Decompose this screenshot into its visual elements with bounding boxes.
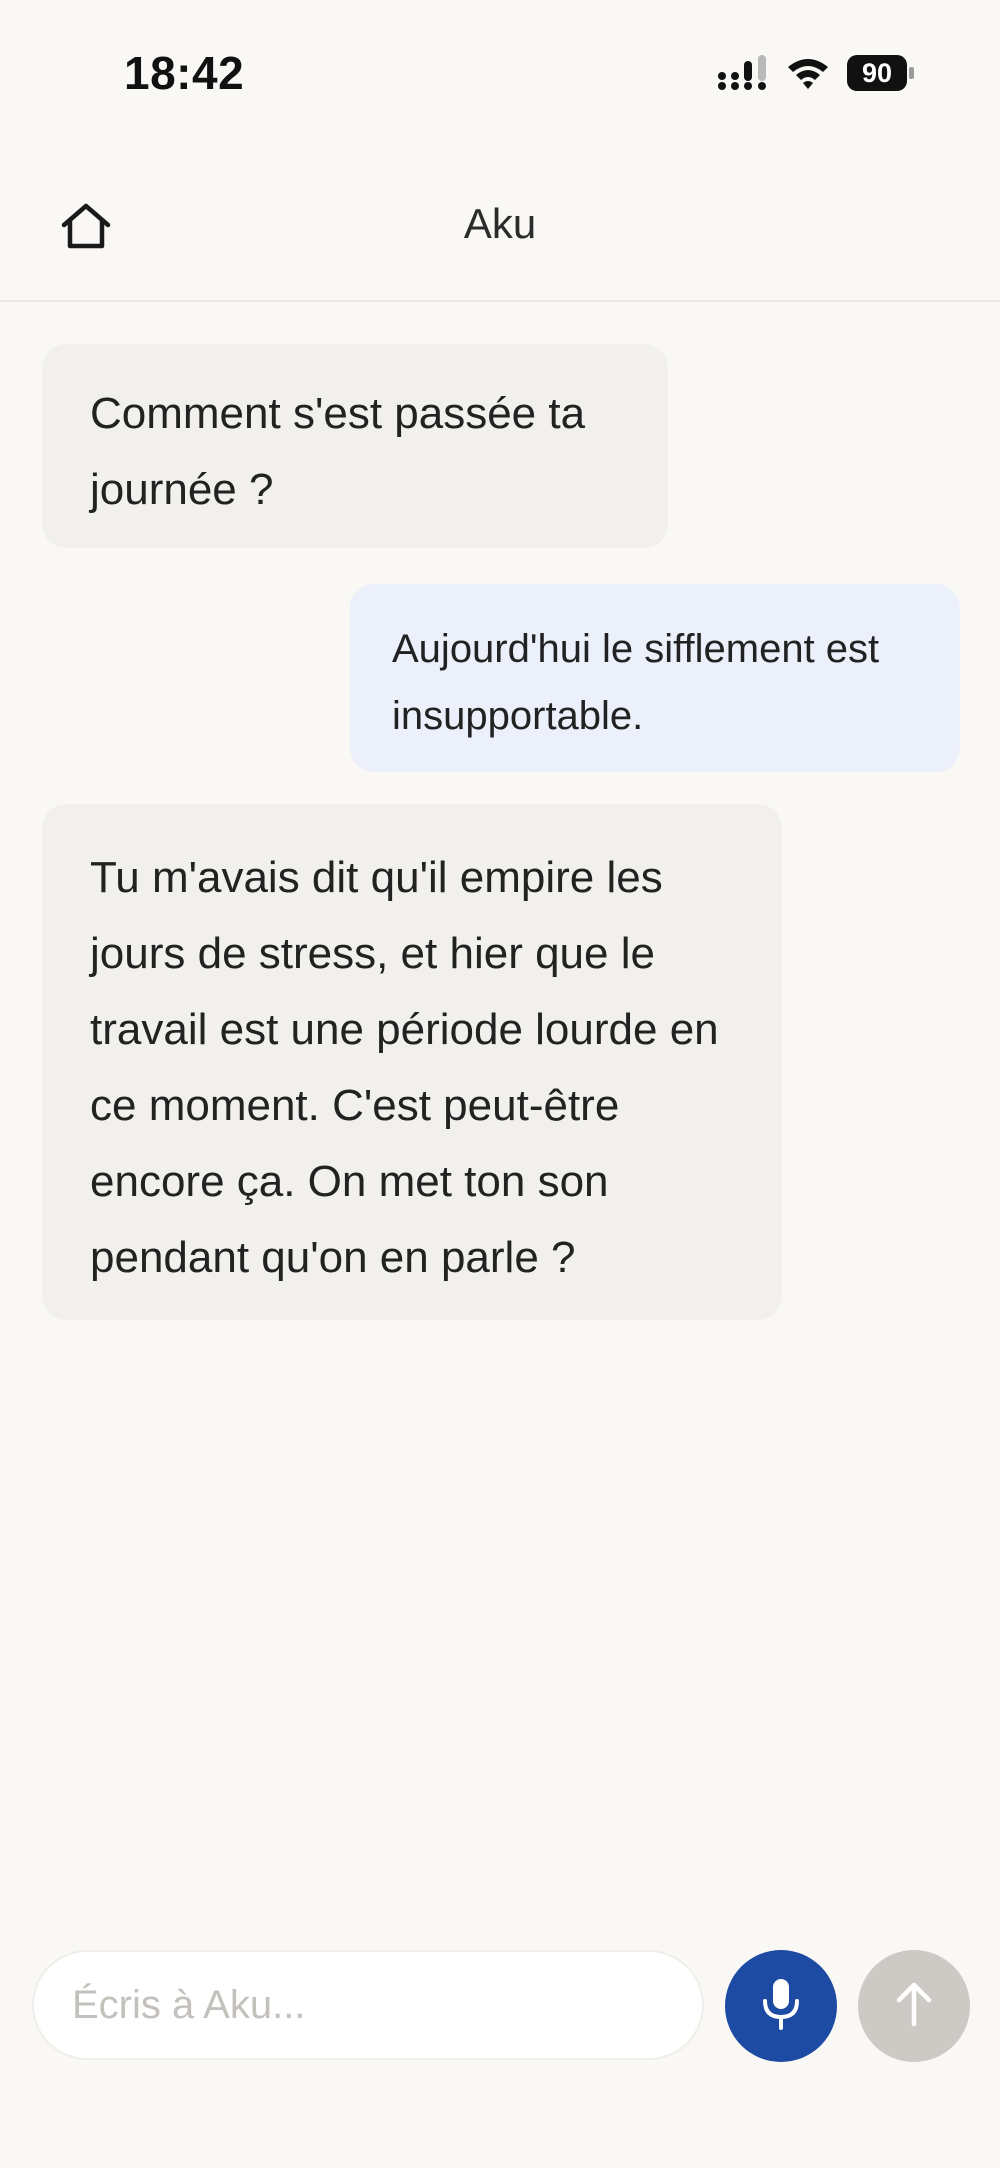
chat-header: Aku [0, 150, 1000, 302]
user-message: Aujourd'hui le sifflement est insupporta… [350, 584, 960, 772]
chat-screen: 18:42 90 Aku Comment s'est passée ta jou… [0, 0, 1000, 2168]
battery-level: 90 [861, 58, 893, 88]
status-time: 18:42 [124, 47, 245, 99]
microphone-icon [761, 1977, 801, 2036]
composer [0, 1930, 1000, 2080]
status-icons: 90 [718, 52, 916, 94]
battery-icon: 90 [846, 54, 916, 92]
bot-message: Comment s'est passée ta journée ? [42, 344, 668, 548]
send-button[interactable] [858, 1950, 970, 2062]
status-bar: 18:42 90 [0, 0, 1000, 150]
arrow-up-icon [894, 1980, 934, 2033]
bot-message: Tu m'avais dit qu'il empire les jours de… [42, 804, 782, 1320]
microphone-button[interactable] [725, 1950, 837, 2062]
chat-title: Aku [463, 200, 537, 247]
signal-icon [718, 55, 770, 91]
message-input[interactable] [32, 1950, 704, 2060]
wifi-icon [786, 56, 830, 90]
